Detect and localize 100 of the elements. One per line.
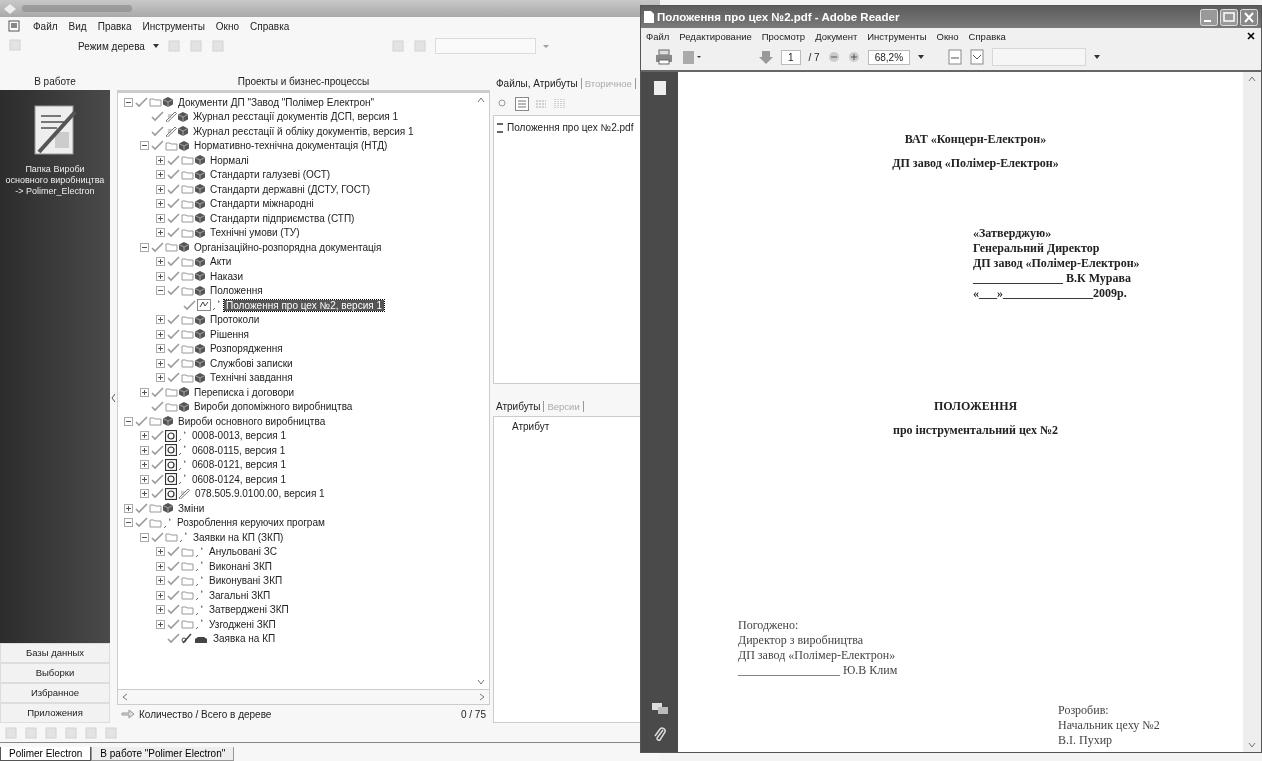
collapse-icon[interactable] <box>123 518 133 528</box>
scroll-down-icon[interactable] <box>1248 742 1256 748</box>
tree-item[interactable]: Рішення <box>208 328 251 340</box>
expand-icon[interactable] <box>155 184 165 194</box>
taskbar-tab[interactable]: Polimer Electron <box>0 747 92 761</box>
tree-item[interactable]: Нормалі <box>208 154 251 166</box>
comments-icon[interactable] <box>650 702 669 716</box>
tree-item[interactable]: Технічні умови (ТУ) <box>208 227 302 239</box>
tree-item[interactable]: Розпорядження <box>208 343 285 355</box>
collapse-icon[interactable] <box>123 97 133 107</box>
scroll-up-icon[interactable] <box>477 97 485 103</box>
menu-item[interactable]: Окно <box>215 20 240 32</box>
tree-item[interactable]: 0608-0124, версия 1 <box>190 473 289 485</box>
scroll-down-icon[interactable] <box>477 679 485 685</box>
tree-item[interactable]: Накази <box>208 270 245 282</box>
tree-item[interactable]: Положення про цех №2, версия 1 <box>224 299 384 311</box>
collapse-icon[interactable] <box>139 532 149 542</box>
expand-icon[interactable] <box>155 619 165 629</box>
nav-button[interactable]: Выборки <box>0 663 110 683</box>
collapse-icon[interactable] <box>139 242 149 252</box>
tree-item[interactable]: 0608-0121, версия 1 <box>190 459 289 471</box>
collapse-icon[interactable] <box>139 141 149 151</box>
tree-item[interactable]: Стандарти державні (ДСТУ, ГОСТ) <box>208 183 373 195</box>
tree-item[interactable]: Службові записки <box>208 357 295 369</box>
tree-item[interactable]: Стандарти міжнародні <box>208 198 316 210</box>
expand-icon[interactable] <box>123 503 133 513</box>
taskbar-tab[interactable]: В работе "Polimer Electron" <box>91 747 235 761</box>
tree-item[interactable]: Стандарти галузеві (ОСТ) <box>208 169 333 181</box>
expand-icon[interactable] <box>139 489 149 499</box>
tree-item[interactable]: Положення <box>208 285 265 297</box>
tab[interactable]: Атрибуты <box>493 400 545 412</box>
expand-icon[interactable] <box>139 460 149 470</box>
expand-icon[interactable] <box>155 155 165 165</box>
expand-icon[interactable] <box>155 170 165 180</box>
menu-item[interactable]: Инструменты <box>867 30 927 42</box>
scroll-up-icon[interactable] <box>1248 76 1256 82</box>
menu-item[interactable]: Правка <box>97 20 132 32</box>
zoom-field[interactable]: 68,2% <box>867 49 911 65</box>
expand-icon[interactable] <box>155 373 165 383</box>
expand-icon[interactable] <box>155 590 165 600</box>
expand-icon[interactable] <box>155 228 165 238</box>
expand-icon[interactable] <box>139 474 149 484</box>
menu-item[interactable]: Редактирование <box>679 30 752 42</box>
tree-item[interactable]: Загальні ЗКП <box>207 589 273 601</box>
zoom-out-icon[interactable] <box>827 51 840 63</box>
menu-item[interactable]: Вид <box>68 20 87 32</box>
expand-icon[interactable] <box>139 387 149 397</box>
tree-item[interactable]: Стандарти підприємства (СТП) <box>208 212 357 224</box>
view-icon[interactable] <box>497 98 509 110</box>
menu-item[interactable]: Файл <box>33 20 58 32</box>
expand-icon[interactable] <box>139 431 149 441</box>
tree-item[interactable]: 078.505.9.0100.00, версия 1 <box>193 488 327 500</box>
search-field[interactable] <box>992 48 1087 66</box>
tree-item[interactable]: Організаційно-розпорядна документація <box>192 241 384 253</box>
menu-item[interactable]: Файл <box>646 30 670 42</box>
maximize-icon[interactable] <box>1220 8 1238 26</box>
collapse-icon[interactable] <box>155 286 165 296</box>
scroll-right-icon[interactable] <box>479 693 485 701</box>
caret-icon[interactable] <box>918 55 925 59</box>
expand-icon[interactable] <box>155 547 165 557</box>
menu-item[interactable]: Инструменты <box>142 20 205 32</box>
tab[interactable]: Файлы, Атрибуты <box>493 77 582 89</box>
pages-icon[interactable] <box>652 80 667 96</box>
view-icon[interactable] <box>515 97 529 111</box>
printer-icon[interactable] <box>655 49 673 65</box>
caret-icon[interactable] <box>152 44 159 48</box>
tree-item[interactable]: Узгоджені ЗКП <box>207 618 278 630</box>
expand-icon[interactable] <box>155 344 165 354</box>
paperclip-icon[interactable] <box>652 726 667 744</box>
zoom-in-icon[interactable] <box>847 51 860 63</box>
tree-item[interactable]: Заявки на КП (ЗКП) <box>191 531 286 543</box>
menu-item[interactable]: Справка <box>968 30 1006 42</box>
tree-item[interactable]: Розроблення керуючих програм <box>175 517 327 529</box>
expand-icon[interactable] <box>155 329 165 339</box>
expand-icon[interactable] <box>155 576 165 586</box>
fit-width-icon[interactable] <box>970 49 985 65</box>
chevron-left-icon[interactable] <box>111 394 116 402</box>
menu-item[interactable]: Справка <box>250 20 290 32</box>
nav-button[interactable]: Избранное <box>0 683 110 703</box>
file-item[interactable]: Положення про цех №2.pdf <box>507 122 634 133</box>
tree-item[interactable]: Вироби основного виробництва <box>176 415 328 427</box>
caret-icon[interactable] <box>1094 55 1101 59</box>
nav-button[interactable]: Базы данных <box>0 643 110 663</box>
menu-item[interactable]: Окно <box>936 30 959 42</box>
tree-item[interactable]: Технічні завдання <box>208 372 295 384</box>
close-icon[interactable] <box>1247 32 1255 40</box>
app-menu-icon[interactable] <box>8 20 22 32</box>
tree-item[interactable]: Затверджені ЗКП <box>207 604 291 616</box>
tree-item[interactable]: 0008-0013, версия 1 <box>190 430 289 442</box>
nav-button[interactable]: Приложения <box>0 703 110 723</box>
expand-icon[interactable] <box>155 271 165 281</box>
expand-icon[interactable] <box>155 605 165 615</box>
menu-item[interactable]: Документ <box>815 30 858 42</box>
tree-item[interactable]: Акти <box>208 256 234 268</box>
scroll-left-icon[interactable] <box>122 693 128 701</box>
tree-item[interactable]: Виконувані ЗКП <box>207 575 285 587</box>
expand-icon[interactable] <box>139 445 149 455</box>
menu-item[interactable]: Просмотр <box>761 30 806 42</box>
expand-icon[interactable] <box>155 199 165 209</box>
tree-item[interactable]: 0608-0115, версия 1 <box>190 444 288 456</box>
